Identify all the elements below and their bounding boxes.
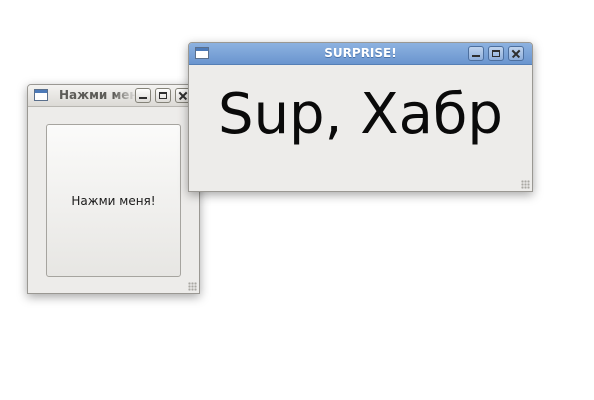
- desktop: Нажми меня! Нажми меня! SURPRISE!: [0, 0, 594, 400]
- maximize-button[interactable]: [155, 88, 171, 103]
- greeting-label: Sup, Хабр: [218, 82, 503, 147]
- window-app-icon: [34, 89, 48, 101]
- main-window-title: Нажми меня!: [59, 88, 137, 102]
- main-window: Нажми меня! Нажми меня!: [27, 84, 200, 294]
- minimize-button[interactable]: [468, 46, 484, 61]
- minimize-icon: [469, 47, 483, 60]
- surprise-window: SURPRISE! Sup, Хабр: [188, 42, 533, 192]
- maximize-icon: [489, 47, 503, 60]
- close-button[interactable]: [508, 46, 524, 61]
- minimize-button[interactable]: [135, 88, 151, 103]
- maximize-icon: [156, 89, 170, 102]
- resize-grip-icon[interactable]: [188, 282, 197, 291]
- main-window-client-area: Нажми меня!: [28, 107, 199, 293]
- resize-grip-icon[interactable]: [521, 180, 530, 189]
- maximize-button[interactable]: [488, 46, 504, 61]
- surprise-window-titlebar[interactable]: SURPRISE!: [189, 43, 532, 65]
- minimize-icon: [136, 89, 150, 102]
- main-window-titlebar[interactable]: Нажми меня!: [28, 85, 199, 107]
- surprise-window-client-area: Sup, Хабр: [189, 65, 532, 191]
- close-icon: [509, 47, 523, 60]
- press-me-button[interactable]: Нажми меня!: [46, 124, 181, 277]
